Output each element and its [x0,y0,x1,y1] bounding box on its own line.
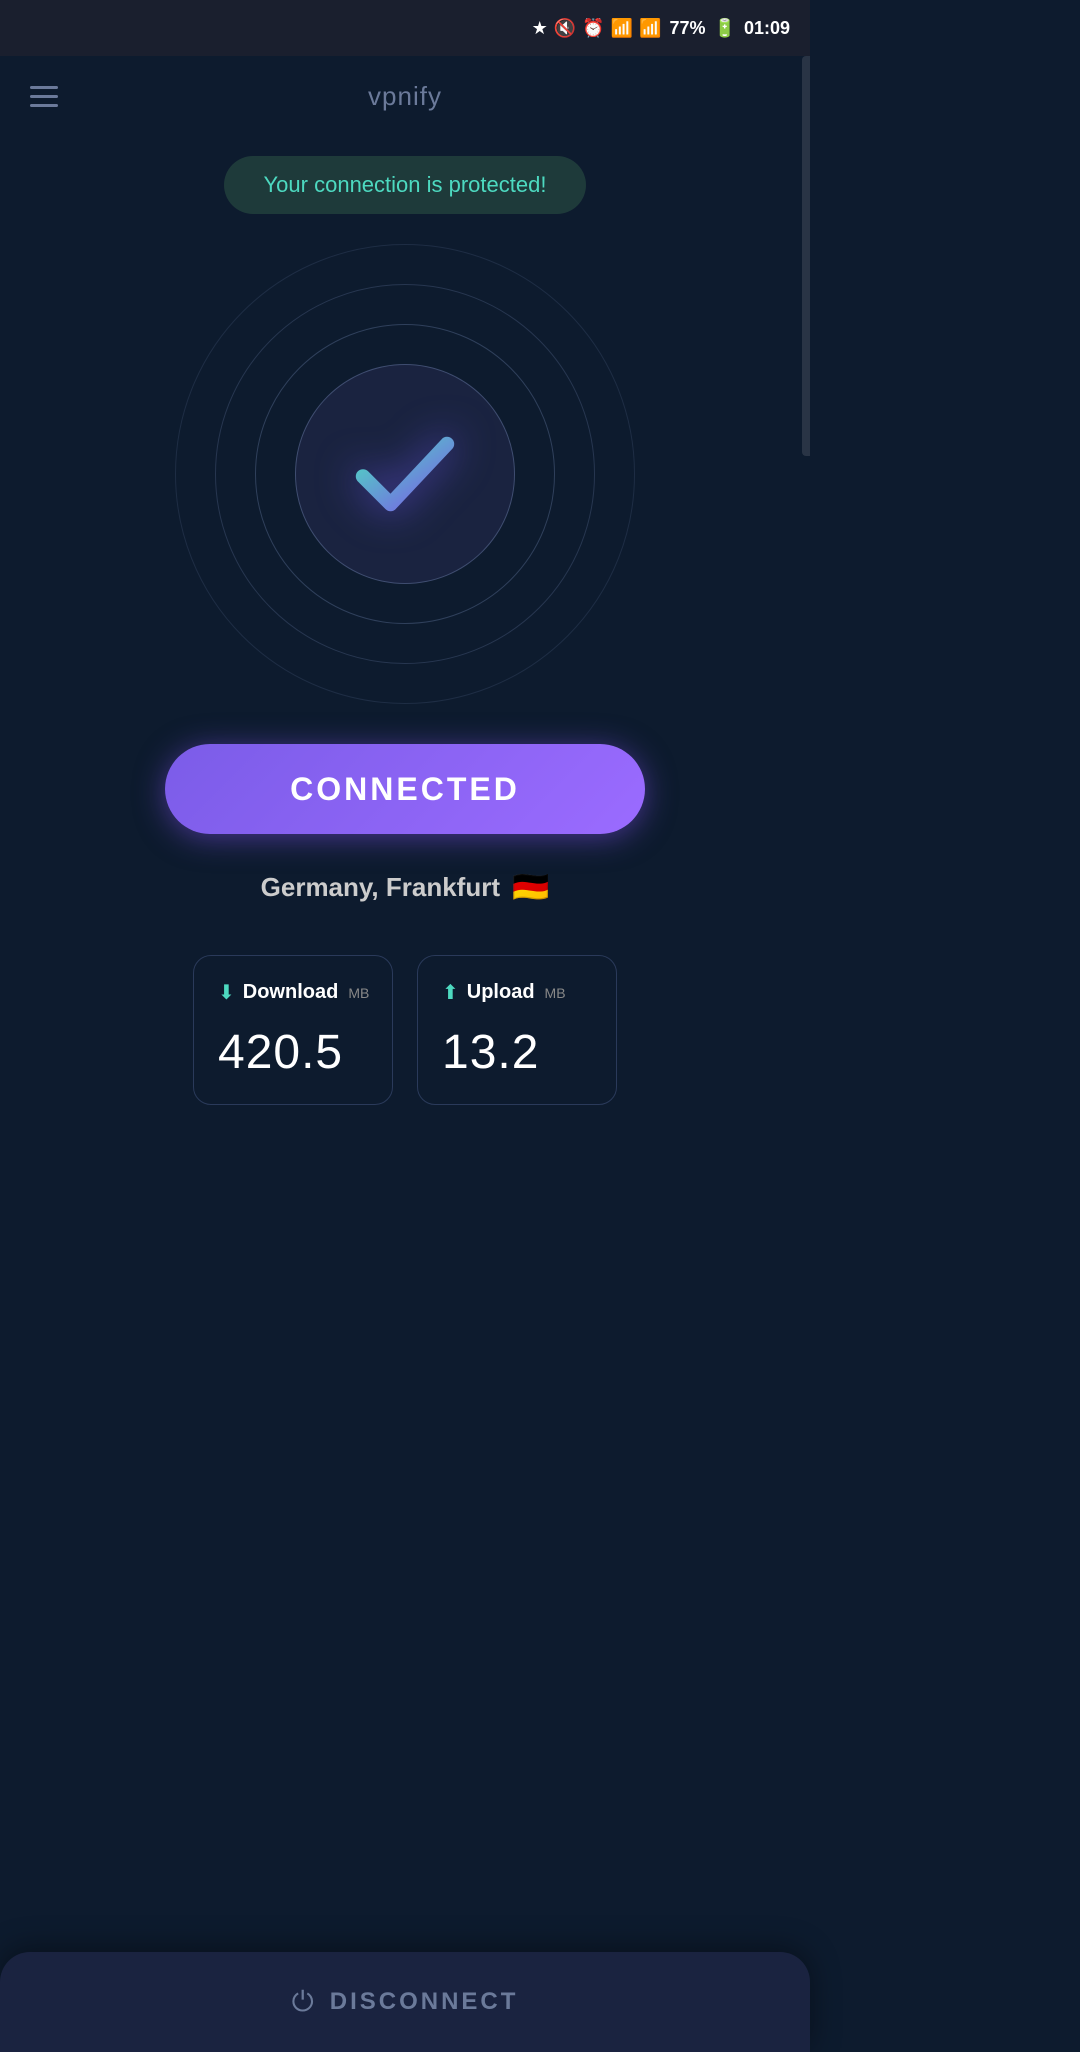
disconnect-label: DISCONNECT [330,1988,519,2016]
download-card: ⬇ Download MB 420.5 [193,955,393,1105]
mute-icon: 🔇 [554,18,576,39]
app-title: vpnify [368,81,442,112]
hamburger-line-3 [30,104,58,107]
connection-indicator [175,244,635,704]
status-bar: ★ 🔇 ⏰ 📶 📶 77% 🔋 01:09 [0,0,810,56]
header: vpnify [0,56,810,136]
hamburger-line-1 [30,86,58,89]
upload-label: Upload [467,981,535,1004]
protection-badge: Your connection is protected! [224,156,587,214]
hamburger-line-2 [30,95,58,98]
download-header: ⬇ Download MB [218,980,372,1005]
main-content: Your connection is protected! CONNECTED … [0,136,810,1165]
clock: 01:09 [744,18,790,39]
location-name: Germany, Frankfurt [261,872,500,903]
download-value: 420.5 [218,1025,372,1080]
upload-card: ⬆ Upload MB 13.2 [417,955,617,1105]
country-flag: 🇩🇪 [512,870,549,905]
download-label: Download [243,981,339,1004]
menu-button[interactable] [30,86,58,107]
wifi-icon: 📶 [611,18,633,39]
connected-label: CONNECTED [290,771,520,808]
upload-unit: MB [545,985,566,1001]
stats-row: ⬇ Download MB 420.5 ⬆ Upload MB 13.2 [163,955,647,1105]
battery-level: 77% [670,18,706,39]
checkmark-icon [345,414,465,534]
upload-value: 13.2 [442,1025,596,1080]
protection-message: Your connection is protected! [264,172,547,197]
power-icon: ⏻ [292,1986,314,2019]
alarm-icon: ⏰ [582,18,604,39]
battery-icon: 🔋 [714,18,736,39]
disconnect-bar[interactable]: ⏻ DISCONNECT [0,1952,810,2052]
location-display: Germany, Frankfurt 🇩🇪 [261,870,550,905]
status-icons: ★ 🔇 ⏰ 📶 📶 [532,18,662,39]
upload-icon: ⬆ [442,980,459,1005]
bluetooth-icon: ★ [532,18,548,39]
download-unit: MB [348,985,369,1001]
signal-icon: 📶 [639,18,661,39]
connected-button[interactable]: CONNECTED [165,744,645,834]
checkmark-container [325,394,485,554]
download-icon: ⬇ [218,980,235,1005]
upload-header: ⬆ Upload MB [442,980,596,1005]
